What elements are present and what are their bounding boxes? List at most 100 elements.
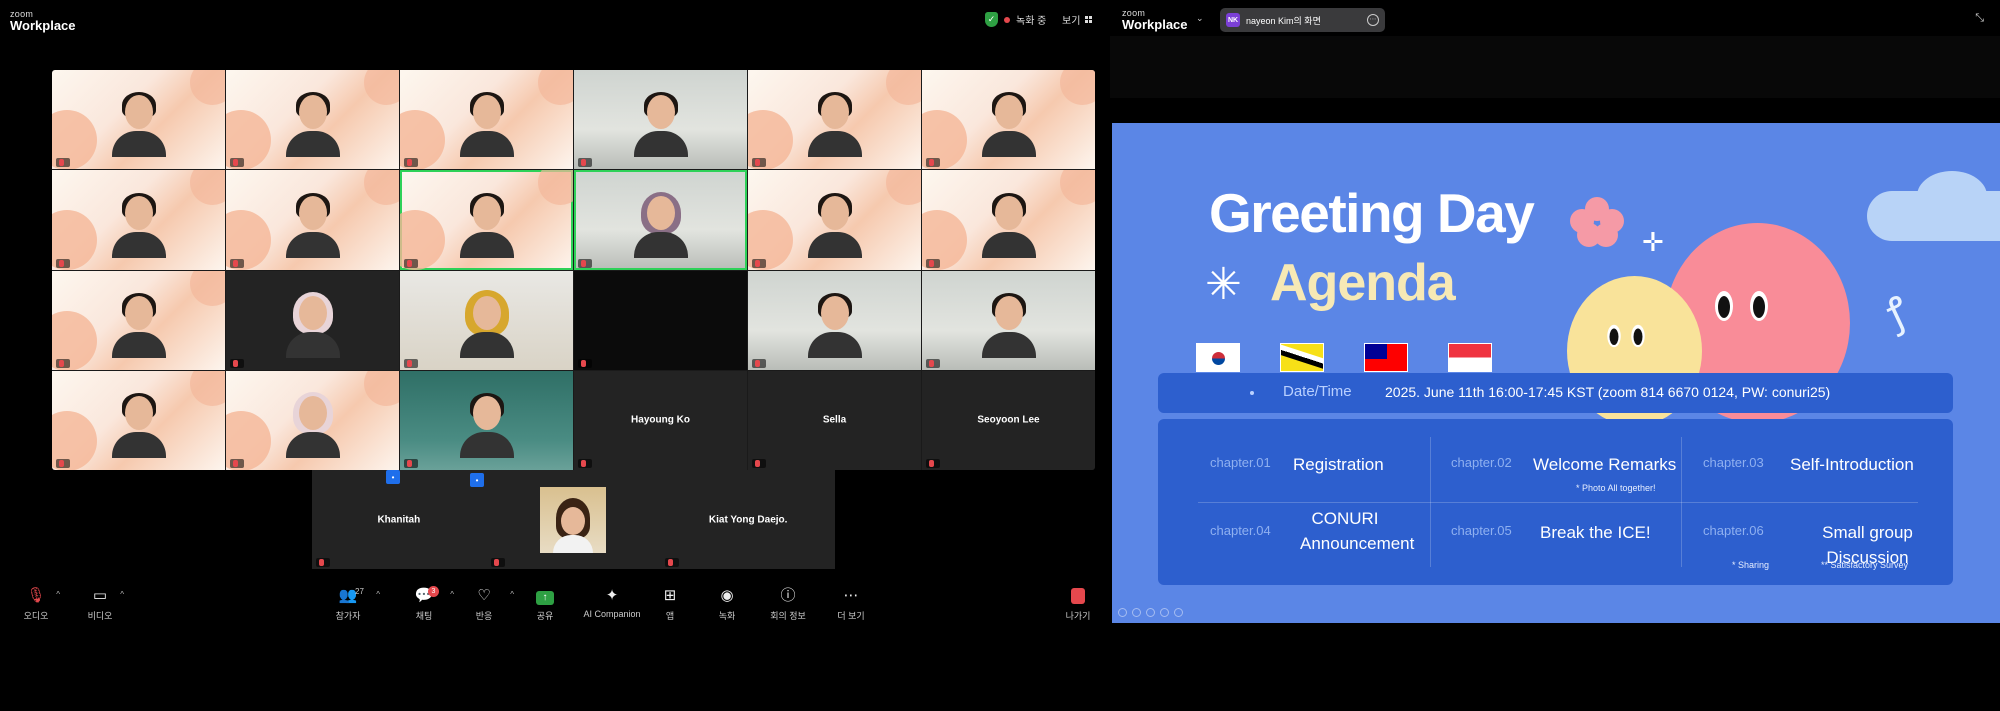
participants-button[interactable]: 👥 27 ^ 참가자 (318, 587, 380, 622)
video-tile[interactable] (400, 170, 573, 270)
search-icon[interactable] (1160, 608, 1169, 617)
participant-video (807, 292, 862, 358)
chat-button[interactable]: 💬 3 ^ 채팅 (394, 586, 454, 622)
participant-name: Khanitah (377, 514, 421, 525)
chapter-title: Welcome Remarks (1533, 455, 1677, 474)
chevron-up-icon[interactable]: ^ (56, 590, 60, 599)
video-tile[interactable] (574, 270, 747, 370)
video-tile[interactable] (922, 270, 1095, 370)
prev-slide-icon[interactable] (1118, 608, 1127, 617)
participant-video (633, 92, 688, 158)
screen-share-chip[interactable]: NK nayeon Kim의 화면 ⋯ (1220, 8, 1385, 32)
reactions-button[interactable]: ♡ ^ 반응 (454, 588, 514, 622)
collapse-icon[interactable]: ⤡ (1975, 12, 1984, 25)
taiwan-flag-icon (1364, 343, 1408, 372)
name-tag (578, 459, 592, 468)
apps-label: 앱 (665, 611, 675, 621)
video-tile[interactable]: Sella (748, 370, 921, 470)
next-slide-icon[interactable] (1132, 608, 1141, 617)
chevron-down-icon[interactable]: ⌄ (1196, 13, 1204, 24)
video-tile[interactable] (52, 370, 225, 470)
video-tile[interactable] (52, 70, 225, 170)
participant-video (981, 92, 1036, 158)
video-tile[interactable]: Seoyoon Lee (922, 370, 1095, 470)
participant-video (459, 289, 514, 358)
chevron-up-icon[interactable]: ^ (510, 590, 514, 599)
mic-muted-icon (755, 359, 760, 367)
meeting-info-button[interactable]: ⓘ 회의 정보 (758, 588, 818, 622)
chapter-note: * Sharing (1732, 560, 1770, 570)
video-tile[interactable]: Hayoung Ko (574, 370, 747, 470)
video-tile[interactable]: Khanitah (312, 470, 486, 569)
asterisk-icon: ✳ (1205, 260, 1242, 309)
chat-badge: 3 (428, 586, 439, 597)
name-tag (404, 459, 418, 468)
shield-check-icon[interactable]: ✓ (985, 12, 998, 27)
participant-name: Hayoung Ko (631, 414, 690, 426)
video-button[interactable]: ▭ ^ 비디오 (70, 588, 130, 622)
record-button[interactable]: ◉ 녹화 (697, 588, 757, 622)
meeting-topbar: zoom Workplace ✓ 녹화 중 보기 (0, 0, 1110, 38)
name-tag (490, 558, 505, 567)
video-tile[interactable] (226, 270, 399, 370)
name-tag (230, 258, 244, 268)
mic-muted-icon (755, 259, 760, 267)
video-tile[interactable] (574, 70, 747, 170)
leave-icon (1071, 588, 1085, 604)
recording-status[interactable]: ✓ 녹화 중 (985, 12, 1046, 27)
video-tile[interactable] (400, 370, 573, 470)
letterbox-top (1110, 36, 2000, 98)
video-tile[interactable] (226, 370, 399, 470)
video-tile[interactable] (226, 70, 399, 170)
logo-big-text: Workplace (10, 18, 76, 33)
video-tile[interactable] (748, 270, 921, 370)
audio-button[interactable]: 🎙 ^ 오디오 (6, 588, 66, 622)
video-tile[interactable] (574, 170, 747, 270)
ai-companion-button[interactable]: ✦ AI Companion (576, 588, 648, 620)
zoom-logo: zoom Workplace (10, 10, 76, 33)
pen-icon[interactable] (1146, 608, 1155, 617)
view-label: 보기 (1062, 16, 1081, 27)
video-tile[interactable] (52, 270, 225, 370)
logo-big-text: Workplace (1122, 17, 1188, 32)
participant-name: Kiat Yong Daejo. (708, 514, 788, 525)
video-tile[interactable] (922, 70, 1095, 170)
leave-button[interactable]: 나가기 (1048, 588, 1108, 622)
participant-video (111, 292, 166, 358)
participant-video (111, 92, 166, 158)
video-tile[interactable] (922, 170, 1095, 270)
mic-muted-icon (581, 259, 586, 267)
datetime-value: 2025. June 11th 16:00-17:45 KST (zoom 81… (1385, 384, 1831, 400)
chat-icon: 💬 (414, 587, 434, 604)
share-button[interactable]: ↑ 공유 (515, 588, 575, 622)
view-button[interactable]: 보기 (1062, 12, 1093, 27)
leave-label: 나가기 (1065, 611, 1091, 621)
video-tile[interactable] (226, 170, 399, 270)
participant-video (285, 392, 340, 458)
apps-button[interactable]: ⊞ 앱 (640, 588, 700, 622)
video-tile[interactable] (748, 170, 921, 270)
more-options-icon[interactable]: ⋯ (1367, 14, 1379, 26)
chat-label: 채팅 (415, 611, 433, 621)
participant-video (459, 192, 514, 258)
more-options-icon[interactable]: • (386, 470, 400, 484)
name-tag (926, 158, 940, 168)
participant-name: Seoyoon Lee (977, 414, 1040, 426)
video-tile[interactable] (400, 70, 573, 170)
more-icon[interactable] (1174, 608, 1183, 617)
video-tile[interactable]: Kiat Yong Daejo. (661, 470, 835, 569)
video-tile[interactable] (486, 470, 661, 569)
participant-video (459, 393, 514, 458)
video-tile[interactable] (748, 70, 921, 170)
pin-icon[interactable]: • (470, 473, 484, 487)
singapore-flag-icon (1448, 343, 1492, 372)
more-button[interactable]: ⋯ 더 보기 (821, 588, 881, 622)
record-icon: ◉ (720, 587, 734, 604)
name-tag (230, 459, 244, 468)
video-tile[interactable] (400, 270, 573, 370)
chevron-up-icon[interactable]: ^ (376, 590, 380, 599)
chevron-up-icon[interactable]: ^ (120, 590, 124, 599)
video-tile[interactable] (52, 170, 225, 270)
presentation-slide: Greeting Day ✳ Agenda ✛ ꝭ Date/Time 2025… (1112, 123, 2000, 623)
apps-icon: ⊞ (663, 587, 677, 604)
